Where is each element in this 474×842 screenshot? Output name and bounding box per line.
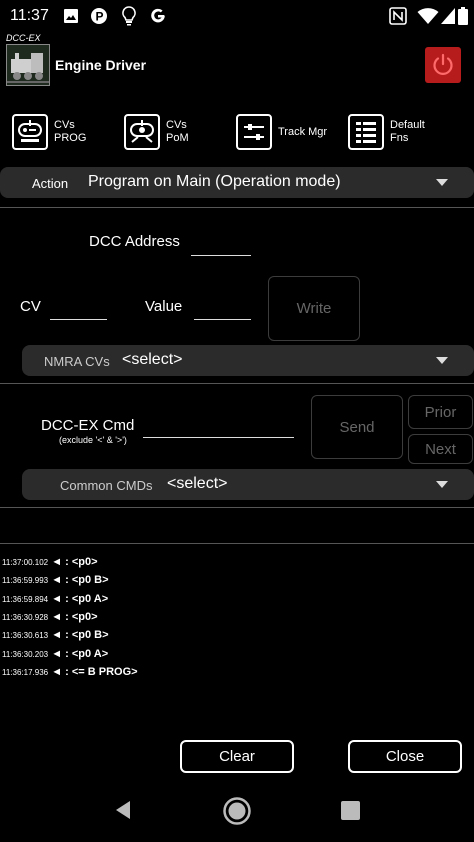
input-underline (191, 255, 251, 256)
common-cmds-label: Common CMDs (60, 478, 153, 493)
status-bar: 11:37 P (0, 0, 474, 32)
log-line: 11:36:17.936 ◄ : <= B PROG> (2, 666, 138, 678)
default-functions-button[interactable]: Default Fns (348, 112, 425, 152)
divider (0, 543, 474, 544)
log-time: 11:36:30.613 (2, 631, 49, 640)
clear-button[interactable]: Clear (180, 740, 294, 773)
next-button[interactable]: Next (408, 434, 473, 464)
value-label: Value (145, 298, 183, 315)
log-line: 11:36:30.928 ◄ : <p0> (2, 611, 98, 623)
cvs-prog-button[interactable]: CVs PROG (12, 112, 86, 152)
action-label: Action (32, 176, 69, 191)
track-manager-button[interactable]: Track Mgr (236, 112, 327, 152)
input-underline (50, 319, 107, 320)
tool-label: CVs (54, 119, 75, 131)
log-line: 11:36:59.894 ◄ : <p0 A> (2, 593, 108, 605)
chevron-down-icon (436, 481, 448, 488)
input-underline (143, 437, 294, 438)
power-icon (433, 53, 453, 75)
divider (0, 507, 474, 508)
tool-label: Track Mgr (278, 125, 328, 138)
nmra-cvs-label: NMRA CVs (44, 354, 110, 369)
log-time: 11:36:30.203 (2, 650, 49, 659)
app-logo (6, 44, 50, 86)
track-manager-icon (236, 114, 272, 150)
home-icon[interactable] (222, 796, 252, 826)
divider (0, 207, 474, 208)
dcc-address-input[interactable] (191, 232, 251, 256)
value-input[interactable] (194, 296, 251, 320)
send-button[interactable]: Send (311, 395, 403, 459)
svg-text:P: P (96, 10, 104, 24)
tool-label: PROG (54, 132, 87, 144)
tool-label: CVs (166, 119, 187, 131)
common-cmds-selected: <select> (167, 475, 228, 492)
tool-label: Default (390, 119, 425, 131)
log-time: 11:36:59.894 (2, 595, 49, 604)
power-button[interactable] (425, 47, 461, 83)
bulb-icon (120, 6, 138, 26)
dccex-cmd-label: DCC-EX Cmd (41, 417, 135, 434)
action-spinner[interactable]: Action Program on Main (Operation mode) (0, 167, 474, 198)
log-message: ◄ : <p0 B> (51, 629, 109, 641)
prior-button[interactable]: Prior (408, 395, 473, 429)
tool-label: Fns (390, 132, 409, 144)
signal-icon (441, 6, 455, 26)
dccex-cmd-hint: (exclude '<' & '>') (59, 435, 127, 445)
log-message: ◄ : <p0> (51, 611, 98, 623)
image-icon (62, 6, 80, 26)
battery-icon (458, 6, 468, 26)
common-cmds-spinner[interactable]: Common CMDs <select> (22, 469, 474, 500)
log-message: ◄ : <p0> (51, 556, 98, 568)
chevron-down-icon (436, 357, 448, 364)
cv-prog-icon (12, 114, 48, 150)
log-line: 11:37:00.102 ◄ : <p0> (2, 556, 98, 568)
cv-input[interactable] (50, 296, 107, 320)
log-line: 11:36:30.613 ◄ : <p0 B> (2, 629, 109, 641)
logo-caption: DCC-EX (6, 33, 41, 43)
default-functions-icon (348, 114, 384, 150)
log-time: 11:36:30.928 (2, 613, 49, 622)
cv-label: CV (20, 298, 41, 315)
dccex-cmd-input[interactable] (143, 414, 294, 438)
wifi-icon (417, 6, 439, 26)
cvs-pom-button[interactable]: CVs PoM (124, 112, 189, 152)
google-icon (148, 6, 168, 26)
log-line: 11:36:30.203 ◄ : <p0 A> (2, 648, 108, 660)
cv-pom-icon (124, 114, 160, 150)
back-icon[interactable] (112, 799, 134, 821)
log-time: 11:37:00.102 (2, 558, 49, 567)
nfc-icon (388, 6, 408, 26)
log-time: 11:36:17.936 (2, 668, 49, 677)
log-message: ◄ : <p0 B> (51, 574, 109, 586)
recents-icon[interactable] (341, 801, 360, 820)
input-underline (194, 319, 251, 320)
divider (0, 383, 474, 384)
log-time: 11:36:59.993 (2, 576, 49, 585)
app-title: Engine Driver (55, 57, 147, 73)
log-message: ◄ : <= B PROG> (51, 666, 138, 678)
log-line: 11:36:59.993 ◄ : <p0 B> (2, 574, 109, 586)
write-button[interactable]: Write (268, 276, 360, 341)
nmra-cvs-selected: <select> (122, 351, 183, 368)
chevron-down-icon (436, 179, 448, 186)
action-selected: Program on Main (Operation mode) (88, 173, 341, 190)
log-message: ◄ : <p0 A> (51, 648, 109, 660)
tool-label: PoM (166, 132, 189, 144)
log-message: ◄ : <p0 A> (51, 593, 109, 605)
close-button[interactable]: Close (348, 740, 462, 773)
nmra-cvs-spinner[interactable]: NMRA CVs <select> (22, 345, 474, 376)
p-app-icon: P (90, 6, 108, 26)
status-time: 11:37 (10, 7, 49, 24)
dcc-address-label: DCC Address (89, 233, 180, 250)
